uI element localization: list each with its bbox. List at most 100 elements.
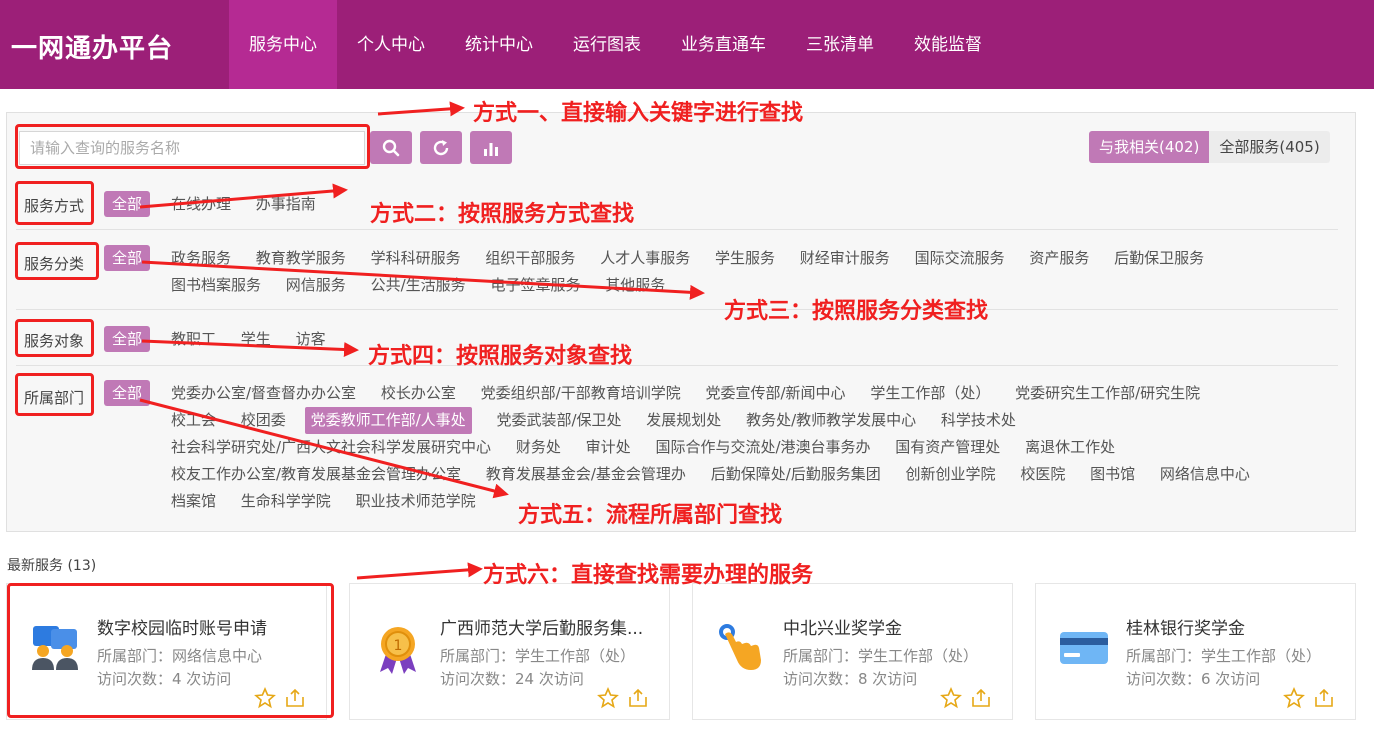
nav-efficiency-supervision[interactable]: 效能监督 [894, 0, 1002, 89]
filter-option[interactable]: 学生工作部（处） [870, 380, 990, 407]
filter-option[interactable]: 国有资产管理处 [895, 434, 1000, 461]
filter-option[interactable]: 人才人事服务 [600, 245, 690, 272]
service-category-options: 政务服务 教育教学服务 学科科研服务 组织干部服务 人才人事服务 学生服务 财经… [171, 245, 1321, 299]
filter-option[interactable]: 党委办公室/督查督办办公室 [171, 380, 356, 407]
filter-option[interactable]: 党委武装部/保卫处 [496, 407, 621, 434]
filter-option[interactable]: 图书馆 [1090, 461, 1135, 488]
filter-option[interactable]: 生命科学学院 [241, 488, 331, 515]
star-icon[interactable] [1283, 687, 1305, 709]
filter-option[interactable]: 教职工 [171, 326, 216, 353]
service-card[interactable]: 数字校园临时账号申请 所属部门：网络信息中心 访问次数：4 次访问 [6, 583, 327, 720]
department-all[interactable]: 全部 [104, 380, 151, 406]
filter-option[interactable]: 图书档案服务 [171, 272, 261, 299]
nav-operation-charts[interactable]: 运行图表 [553, 0, 661, 89]
filter-option[interactable]: 组织干部服务 [485, 245, 575, 272]
star-icon[interactable] [597, 687, 619, 709]
filter-option[interactable]: 校医院 [1020, 461, 1065, 488]
service-department: 所属部门：学生工作部（处） [1126, 647, 1322, 665]
service-mode-all[interactable]: 全部 [104, 191, 151, 217]
nav-statistics-center[interactable]: 统计中心 [445, 0, 553, 89]
filter-option[interactable]: 电子签章服务 [490, 272, 580, 299]
callout-method-3: 方式三：按照服务分类查找 [724, 299, 989, 324]
service-title[interactable]: 中北兴业奖学金 [783, 614, 1003, 639]
refresh-button[interactable] [420, 131, 462, 164]
share-icon[interactable] [970, 687, 992, 709]
filter-option[interactable]: 资产服务 [1029, 245, 1089, 272]
tab-related-to-me[interactable]: 与我相关(402) [1089, 131, 1210, 163]
nav-business-express[interactable]: 业务直通车 [661, 0, 786, 89]
filter-option-selected[interactable]: 党委教师工作部/人事处 [304, 407, 472, 434]
service-visits: 访问次数：6 次访问 [1126, 670, 1261, 688]
filter-option[interactable]: 办事指南 [256, 191, 316, 218]
search-input[interactable] [19, 131, 365, 165]
callout-method-2: 方式二：按照服务方式查找 [370, 202, 635, 227]
filter-option[interactable]: 发展规划处 [646, 407, 721, 434]
filter-option[interactable]: 国际合作与交流处/港澳台事务办 [655, 434, 870, 461]
filter-option[interactable]: 审计处 [586, 434, 631, 461]
filter-option[interactable]: 国际交流服务 [915, 245, 1005, 272]
callout-method-6: 方式六：直接查找需要办理的服务 [483, 563, 814, 588]
bar-chart-icon [484, 142, 498, 156]
card-actions [1283, 687, 1335, 709]
service-target-all[interactable]: 全部 [104, 326, 151, 352]
filter-option[interactable]: 党委研究生工作部/研究生院 [1015, 380, 1200, 407]
filter-option[interactable]: 校工会 [171, 407, 216, 434]
service-department: 所属部门：学生工作部（处） [783, 647, 979, 665]
service-target-label: 服务对象 [24, 332, 85, 350]
nav-service-center[interactable]: 服务中心 [229, 0, 337, 89]
filter-option[interactable]: 创新创业学院 [906, 461, 996, 488]
tab-all-services[interactable]: 全部服务(405) [1209, 131, 1330, 163]
nav-personal-center[interactable]: 个人中心 [337, 0, 445, 89]
filter-option[interactable]: 校团委 [241, 407, 286, 434]
share-icon[interactable] [627, 687, 649, 709]
filter-option[interactable]: 网络信息中心 [1160, 461, 1250, 488]
filter-option[interactable]: 职业技术师范学院 [356, 488, 476, 515]
filter-option[interactable]: 在线办理 [171, 191, 231, 218]
filter-option[interactable]: 政务服务 [171, 245, 231, 272]
filter-option[interactable]: 档案馆 [171, 488, 216, 515]
divider [16, 229, 1338, 230]
filter-option[interactable]: 财经审计服务 [800, 245, 890, 272]
filter-option[interactable]: 校长办公室 [381, 380, 456, 407]
service-card[interactable]: 中北兴业奖学金 所属部门：学生工作部（处） 访问次数：8 次访问 [692, 583, 1013, 720]
filter-option[interactable]: 校友工作办公室/教育发展基金会管理办公室 [171, 461, 461, 488]
service-title[interactable]: 桂林银行奖学金 [1126, 614, 1346, 639]
share-icon[interactable] [1313, 687, 1335, 709]
statistics-button[interactable] [470, 131, 512, 164]
filter-option[interactable]: 访客 [296, 326, 326, 353]
annotation-arrow [356, 562, 483, 580]
filter-option[interactable]: 社会科学研究处/广西人文社会科学发展研究中心 [171, 434, 491, 461]
app-logo[interactable]: 一网通办平台 [11, 28, 173, 65]
filter-option[interactable]: 后勤保障处/后勤服务集团 [711, 461, 881, 488]
card-actions [597, 687, 649, 709]
filter-option[interactable]: 财务处 [516, 434, 561, 461]
filter-option[interactable]: 离退休工作处 [1025, 434, 1115, 461]
nav-three-lists[interactable]: 三张清单 [786, 0, 894, 89]
filter-option[interactable]: 公共/生活服务 [371, 272, 466, 299]
service-title[interactable]: 广西师范大学后勤服务集... [440, 614, 660, 639]
star-icon[interactable] [254, 687, 276, 709]
service-category-all[interactable]: 全部 [104, 245, 151, 271]
filter-option[interactable]: 教务处/教师教学发展中心 [746, 407, 916, 434]
filter-option[interactable]: 学生 [241, 326, 271, 353]
filter-option[interactable]: 教育教学服务 [256, 245, 346, 272]
filter-option[interactable]: 教育发展基金会/基金会管理办 [486, 461, 686, 488]
filter-option[interactable]: 科学技术处 [941, 407, 1016, 434]
filter-option[interactable]: 其他服务 [605, 272, 665, 299]
filter-option[interactable]: 党委组织部/干部教育培训学院 [481, 380, 681, 407]
service-department: 所属部门：网络信息中心 [97, 647, 263, 665]
callout-method-4: 方式四：按照服务对象查找 [368, 344, 633, 369]
filter-option[interactable]: 学科科研服务 [371, 245, 461, 272]
service-title[interactable]: 数字校园临时账号申请 [97, 614, 317, 639]
star-icon[interactable] [940, 687, 962, 709]
filter-option[interactable]: 学生服务 [715, 245, 775, 272]
filter-option[interactable]: 党委宣传部/新闻中心 [705, 380, 845, 407]
share-icon[interactable] [284, 687, 306, 709]
filter-option[interactable]: 网信服务 [286, 272, 346, 299]
service-card[interactable]: 1 广西师范大学后勤服务集... 所属部门：学生工作部（处） 访问次数：24 次… [349, 583, 670, 720]
search-button[interactable] [370, 131, 412, 164]
main-nav: 服务中心 个人中心 统计中心 运行图表 业务直通车 三张清单 效能监督 [229, 0, 1002, 89]
user-group-icon [32, 626, 78, 670]
filter-option[interactable]: 后勤保卫服务 [1114, 245, 1204, 272]
service-card[interactable]: 桂林银行奖学金 所属部门：学生工作部（处） 访问次数：6 次访问 [1035, 583, 1356, 720]
